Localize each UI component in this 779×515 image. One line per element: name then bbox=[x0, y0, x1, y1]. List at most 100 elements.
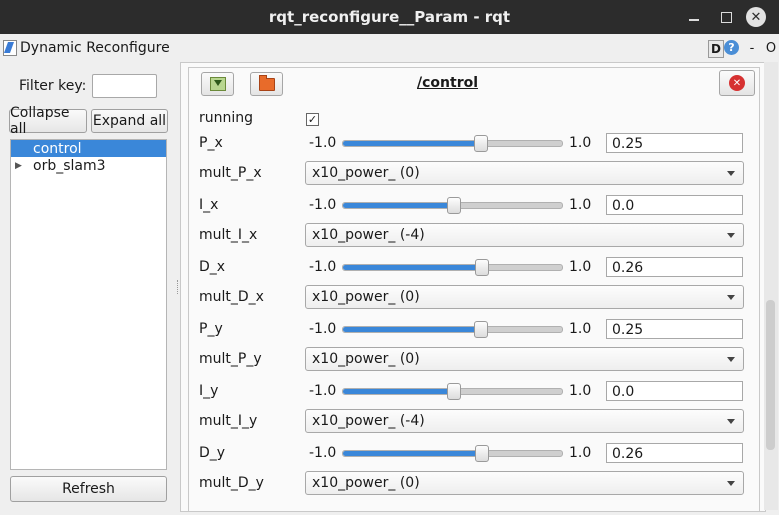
slider-fill bbox=[343, 203, 453, 208]
mult-D-x-select[interactable]: x10_power_ (0) bbox=[305, 285, 744, 309]
options-button[interactable]: O bbox=[765, 40, 777, 56]
P-x-min: -1.0 bbox=[309, 135, 337, 151]
window-title: rqt_reconfigure__Param - rqt bbox=[268, 8, 511, 26]
tree-item-label: control bbox=[33, 140, 82, 157]
node-title: /control bbox=[417, 75, 479, 91]
window-titlebar: rqt_reconfigure__Param - rqt bbox=[0, 0, 779, 34]
select-value: x10_power_ (-4) bbox=[312, 227, 425, 243]
node-browser-panel: Filter key: Collapse all Expand all cont… bbox=[0, 62, 175, 515]
folder-icon bbox=[258, 74, 275, 91]
refresh-button[interactable]: Refresh bbox=[10, 476, 167, 502]
slider-fill bbox=[343, 389, 453, 394]
D-x-slider[interactable] bbox=[342, 259, 563, 276]
close-window-button[interactable]: ✕ bbox=[744, 0, 768, 34]
param-label-mult-D-y: mult_D_y bbox=[199, 475, 264, 491]
chevron-down-icon bbox=[727, 233, 735, 238]
P-y-max: 1.0 bbox=[569, 321, 592, 337]
mult-I-y-select[interactable]: x10_power_ (-4) bbox=[305, 409, 744, 433]
P-x-max: 1.0 bbox=[569, 135, 592, 151]
D-y-value-input[interactable]: 0.26 bbox=[606, 443, 743, 463]
select-value: x10_power_ (0) bbox=[312, 289, 420, 305]
slider-handle[interactable] bbox=[475, 445, 489, 462]
minimize-plugin-button[interactable]: - bbox=[747, 40, 757, 56]
I-x-value-input[interactable]: 0.0 bbox=[606, 195, 743, 215]
P-y-slider[interactable] bbox=[342, 321, 563, 338]
scrollbar-thumb[interactable] bbox=[766, 300, 775, 450]
param-label-mult-I-x: mult_I_x bbox=[199, 227, 258, 243]
P-x-value-input[interactable]: 0.25 bbox=[606, 133, 743, 153]
I-y-max: 1.0 bbox=[569, 383, 592, 399]
slider-handle[interactable] bbox=[474, 135, 488, 152]
vertical-scrollbar[interactable] bbox=[764, 62, 778, 510]
P-y-value-input[interactable]: 0.25 bbox=[606, 319, 743, 339]
P-x-slider[interactable] bbox=[342, 135, 563, 152]
param-label-P-x: P_x bbox=[199, 135, 223, 151]
plugin-header: Dynamic Reconfigure D ? - O bbox=[0, 36, 779, 62]
slider-handle[interactable] bbox=[447, 197, 461, 214]
tree-item-label: orb_slam3 bbox=[33, 157, 106, 174]
mult-P-x-select[interactable]: x10_power_ (0) bbox=[305, 161, 744, 185]
I-x-slider[interactable] bbox=[342, 197, 563, 214]
param-label-I-y: I_y bbox=[199, 383, 219, 399]
node-editor: /control ✕ running ✓ P_x -1.0 1.0 0.25 m… bbox=[188, 67, 760, 511]
D-y-slider[interactable] bbox=[342, 445, 563, 462]
maximize-icon bbox=[720, 11, 732, 23]
slider-handle[interactable] bbox=[447, 383, 461, 400]
mult-D-y-select[interactable]: x10_power_ (0) bbox=[305, 471, 744, 495]
chevron-down-icon bbox=[727, 295, 735, 300]
select-value: x10_power_ (-4) bbox=[312, 413, 425, 429]
mult-P-y-select[interactable]: x10_power_ (0) bbox=[305, 347, 744, 371]
close-node-button[interactable]: ✕ bbox=[719, 70, 755, 96]
close-icon: ✕ bbox=[746, 7, 766, 27]
slider-handle[interactable] bbox=[474, 321, 488, 338]
expand-all-button[interactable]: Expand all bbox=[91, 109, 168, 133]
load-params-button[interactable] bbox=[250, 72, 283, 96]
param-label-D-x: D_x bbox=[199, 259, 226, 275]
slider-fill bbox=[343, 451, 481, 456]
chevron-down-icon bbox=[727, 419, 735, 424]
expand-arrow-icon[interactable]: ▶ bbox=[15, 161, 33, 171]
I-y-min: -1.0 bbox=[309, 383, 337, 399]
download-icon bbox=[209, 77, 226, 91]
slider-fill bbox=[343, 327, 480, 332]
node-tree: control ▶ orb_slam3 bbox=[10, 139, 167, 470]
P-y-min: -1.0 bbox=[309, 321, 337, 337]
slider-handle[interactable] bbox=[475, 259, 489, 276]
param-label-mult-P-y: mult_P_y bbox=[199, 351, 262, 367]
filter-key-input[interactable] bbox=[92, 74, 157, 98]
plugin-title-label: Dynamic Reconfigure bbox=[20, 40, 170, 56]
pencil-icon bbox=[3, 40, 17, 56]
param-label-mult-D-x: mult_D_x bbox=[199, 289, 264, 305]
chevron-down-icon bbox=[727, 357, 735, 362]
I-y-slider[interactable] bbox=[342, 383, 563, 400]
minimize-icon bbox=[689, 19, 699, 21]
I-x-max: 1.0 bbox=[569, 197, 592, 213]
plugin-title: Dynamic Reconfigure bbox=[3, 40, 170, 56]
param-label-mult-P-x: mult_P_x bbox=[199, 165, 262, 181]
param-label-I-x: I_x bbox=[199, 197, 219, 213]
D-x-value-input[interactable]: 0.26 bbox=[606, 257, 743, 277]
tree-item-orb-slam3[interactable]: ▶ orb_slam3 bbox=[11, 157, 166, 174]
help-button[interactable]: ? bbox=[724, 40, 739, 55]
D-x-max: 1.0 bbox=[569, 259, 592, 275]
close-icon: ✕ bbox=[729, 75, 745, 91]
mult-I-x-select[interactable]: x10_power_ (-4) bbox=[305, 223, 744, 247]
D-y-min: -1.0 bbox=[309, 445, 337, 461]
minimize-button[interactable] bbox=[682, 0, 706, 34]
running-checkbox[interactable]: ✓ bbox=[306, 113, 319, 126]
param-label-D-y: D_y bbox=[199, 445, 226, 461]
I-y-value-input[interactable]: 0.0 bbox=[606, 381, 743, 401]
tree-item-control[interactable]: control bbox=[11, 140, 166, 157]
param-editor-panel: /control ✕ running ✓ P_x -1.0 1.0 0.25 m… bbox=[180, 62, 766, 512]
D-x-min: -1.0 bbox=[309, 259, 337, 275]
maximize-button[interactable] bbox=[714, 0, 738, 34]
param-label-running: running bbox=[199, 110, 254, 126]
select-value: x10_power_ (0) bbox=[312, 475, 420, 491]
dock-button[interactable]: D bbox=[708, 40, 724, 58]
select-value: x10_power_ (0) bbox=[312, 351, 420, 367]
I-x-min: -1.0 bbox=[309, 197, 337, 213]
chevron-down-icon bbox=[727, 171, 735, 176]
filter-key-label: Filter key: bbox=[19, 78, 87, 94]
save-params-button[interactable] bbox=[201, 72, 234, 96]
collapse-all-button[interactable]: Collapse all bbox=[9, 105, 87, 137]
